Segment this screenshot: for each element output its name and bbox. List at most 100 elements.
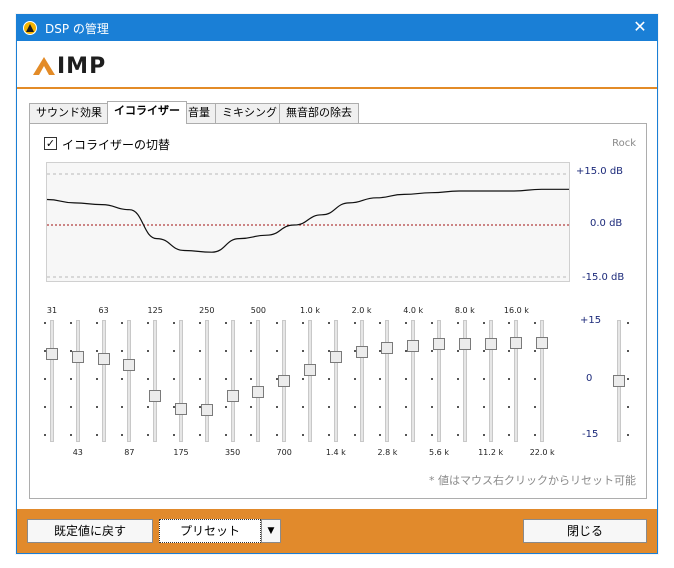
band-slider-thumb[interactable] — [329, 351, 342, 364]
freq-label-bottom: 43 — [72, 448, 83, 457]
band-slider-thumb[interactable] — [510, 336, 523, 349]
close-icon[interactable]: ✕ — [631, 18, 649, 36]
slider-tick-dot — [405, 406, 408, 408]
slider-tick-dot — [250, 434, 253, 436]
slider-tick-dot — [95, 378, 98, 380]
slider-tick-dot — [121, 434, 124, 436]
slider-tick-dot — [508, 350, 511, 352]
band-slider-track[interactable] — [385, 320, 390, 442]
band-slider-thumb[interactable] — [97, 353, 110, 365]
slider-tick-dot — [534, 322, 537, 324]
band-slider-thumb[interactable] — [458, 338, 471, 351]
frequency-response-graph — [46, 162, 570, 282]
equalizer-toggle-label: イコライザーの切替 — [62, 138, 171, 152]
title-bar[interactable]: DSP の管理 ✕ — [17, 15, 657, 41]
band-slider-track[interactable] — [75, 320, 80, 442]
reset-defaults-button[interactable]: 既定値に戻す — [27, 519, 153, 543]
freq-label-top: 4.0 k — [403, 306, 424, 315]
tab-equalizer[interactable]: イコライザー — [107, 101, 187, 124]
window-title: DSP の管理 — [45, 22, 109, 36]
band-slider-track[interactable] — [411, 320, 416, 442]
slider-tick-dot — [95, 434, 98, 436]
frequency-response-svg — [46, 173, 569, 278]
slider-tick-dot — [44, 434, 46, 436]
tab-silence-removal[interactable]: 無音部の除去 — [279, 103, 359, 123]
band-slider-thumb[interactable] — [278, 375, 291, 387]
slider-tick-dot — [327, 322, 330, 324]
band-slider-track[interactable] — [359, 320, 364, 442]
slider-tick-dot — [534, 406, 537, 408]
slider-tick-dot — [379, 378, 382, 380]
aimp-logo-triangle-icon — [33, 57, 55, 75]
footer-bar: 既定値に戻す プリセット ▼ 閉じる — [17, 509, 657, 553]
preamp-tick-dot — [627, 322, 629, 324]
slider-tick-dot — [302, 350, 304, 352]
band-slider-thumb[interactable] — [252, 386, 265, 398]
band-slider-thumb[interactable] — [355, 345, 368, 358]
slider-tick-dot — [121, 350, 124, 352]
slider-tick-dot — [456, 322, 459, 324]
current-preset-name: Rock — [612, 138, 636, 149]
freq-label-bottom: 350 — [224, 448, 241, 457]
band-slider-thumb[interactable] — [304, 364, 316, 376]
band-slider-track[interactable] — [230, 320, 235, 442]
body-area: サウンド効果 イコライザー 音量 ミキシング 無音部の除去 ✓ イコライザーの切… — [17, 91, 657, 509]
slider-tick-dot — [147, 322, 150, 324]
graph-label-top: +15.0 dB — [576, 166, 624, 177]
preamp-slider-thumb[interactable] — [613, 375, 625, 387]
preset-button[interactable]: プリセット — [159, 519, 261, 543]
band-slider-thumb[interactable] — [226, 389, 239, 402]
band-slider-thumb[interactable] — [407, 340, 420, 353]
band-slider-track[interactable] — [179, 320, 183, 442]
slider-tick-dot — [276, 350, 279, 352]
slider-tick-dot — [121, 378, 124, 380]
slider-tick-dot — [147, 406, 150, 408]
band-slider-track[interactable] — [333, 320, 338, 442]
slider-tick-dot — [69, 406, 72, 408]
freq-label-bottom: 175 — [173, 448, 189, 457]
slider-tick-dot — [456, 434, 459, 436]
freq-label-bottom: 22.0 k — [529, 448, 555, 457]
slider-tick-dot — [69, 378, 72, 380]
slider-tick-dot — [44, 322, 46, 324]
band-slider-thumb[interactable] — [381, 342, 394, 354]
slider-tick-dot — [69, 322, 72, 324]
band-slider-track[interactable] — [204, 320, 209, 442]
scale-top-label: +15 — [580, 315, 602, 326]
band-slider-track[interactable] — [256, 320, 261, 442]
preset-dropdown-chevron-down-icon[interactable]: ▼ — [261, 519, 281, 543]
slider-tick-dot — [353, 406, 356, 408]
band-slider-thumb[interactable] — [149, 389, 162, 402]
slider-tick-dot — [198, 378, 201, 380]
band-slider-thumb[interactable] — [123, 358, 136, 371]
band-slider-track[interactable] — [101, 320, 106, 442]
band-slider-track[interactable] — [308, 320, 312, 442]
slider-tick-dot — [276, 434, 279, 436]
band-slider-thumb[interactable] — [536, 336, 549, 349]
band-slider-thumb[interactable] — [433, 338, 445, 351]
slider-tick-dot — [147, 350, 150, 352]
dsp-window: DSP の管理 ✕ IMP サウンド効果 イコライザー 音量 ミキシング 無音部… — [16, 14, 658, 554]
equalizer-toggle-checkbox[interactable]: ✓ — [44, 137, 57, 150]
band-slider-track[interactable] — [127, 320, 132, 442]
band-slider-thumb[interactable] — [175, 402, 187, 415]
close-button[interactable]: 閉じる — [523, 519, 647, 543]
band-slider-thumb[interactable] — [71, 351, 84, 364]
slider-tick-dot — [224, 406, 227, 408]
slider-tick-dot — [302, 378, 304, 380]
tab-mixing[interactable]: ミキシング — [215, 103, 284, 123]
scale-bottom-label: -15 — [582, 429, 599, 440]
slider-tick-dot — [327, 434, 330, 436]
slider-tick-dot — [482, 378, 485, 380]
band-slider-track[interactable] — [50, 320, 54, 442]
slider-tick-dot — [379, 406, 382, 408]
band-slider-track[interactable] — [153, 320, 158, 442]
band-slider-thumb[interactable] — [46, 347, 58, 360]
tab-sound-effects[interactable]: サウンド効果 — [29, 103, 109, 123]
slider-tick-dot — [173, 378, 175, 380]
band-slider-thumb[interactable] — [484, 338, 497, 351]
slider-tick-dot — [353, 378, 356, 380]
slider-tick-dot — [198, 322, 201, 324]
band-slider-thumb[interactable] — [200, 404, 213, 417]
slider-tick-dot — [327, 378, 330, 380]
